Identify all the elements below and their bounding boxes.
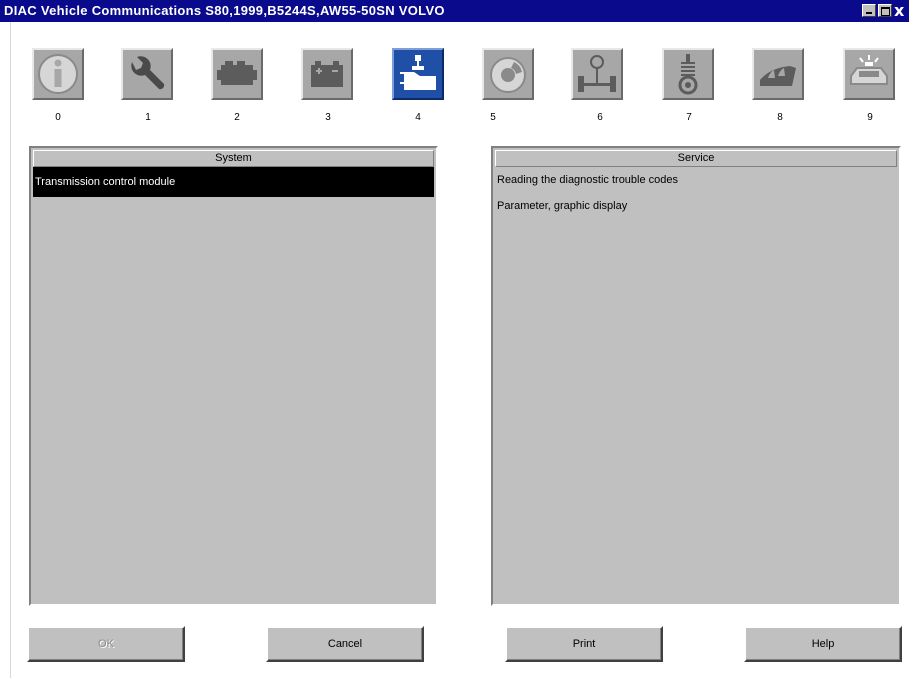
- service-panel: Service Reading the diagnostic trouble c…: [491, 146, 901, 606]
- toolbar-button-transmission[interactable]: [392, 48, 444, 100]
- toolbar-number: 1: [145, 112, 151, 123]
- toolbar-number: 8: [777, 112, 783, 123]
- print-button[interactable]: Print: [505, 626, 663, 662]
- cancel-button[interactable]: Cancel: [266, 626, 424, 662]
- left-edge: [0, 22, 11, 678]
- toolbar-number: 3: [325, 112, 331, 123]
- system-panel: System Transmission control module: [29, 146, 438, 606]
- toolbar-number: 5: [490, 112, 496, 123]
- toolbar-button-electrical[interactable]: [301, 48, 353, 100]
- toolbar-button-suspension[interactable]: [662, 48, 714, 100]
- suspension-spring-icon: [678, 54, 698, 95]
- steering-axle-icon: [578, 55, 616, 92]
- car-alarm-icon: [850, 55, 888, 85]
- system-list-item[interactable]: Transmission control module: [33, 167, 434, 197]
- toolbar-button-security[interactable]: [843, 48, 895, 100]
- close-button[interactable]: x: [894, 1, 904, 20]
- toolbar-button-body[interactable]: [752, 48, 804, 100]
- toolbar-button-engine[interactable]: [211, 48, 263, 100]
- engine-icon: [217, 61, 257, 85]
- maximize-button[interactable]: [878, 4, 892, 17]
- toolbar-button-brakes[interactable]: [482, 48, 534, 100]
- window-title: DIAC Vehicle Communications S80,1999,B52…: [4, 3, 445, 18]
- toolbar-number: 4: [415, 112, 421, 123]
- toolbar-number: 0: [55, 112, 61, 123]
- service-list-item[interactable]: Reading the diagnostic trouble codes: [495, 167, 897, 193]
- ok-button[interactable]: OK: [27, 626, 185, 662]
- system-panel-header: System: [33, 150, 434, 167]
- wrench-icon: [131, 56, 165, 90]
- help-button[interactable]: Help: [744, 626, 902, 662]
- toolbar-number: 9: [867, 112, 873, 123]
- toolbar-button-info[interactable]: [32, 48, 84, 100]
- transmission-icon: [400, 55, 436, 90]
- toolbar-number: 2: [234, 112, 240, 123]
- seat-icon: [760, 66, 796, 86]
- toolbar-button-steering[interactable]: [571, 48, 623, 100]
- service-panel-header: Service: [495, 150, 897, 167]
- service-list-item[interactable]: Parameter, graphic display: [495, 193, 897, 219]
- minimize-button[interactable]: [862, 4, 876, 17]
- title-bar[interactable]: DIAC Vehicle Communications S80,1999,B52…: [0, 0, 909, 22]
- toolbar-number: 6: [597, 112, 603, 123]
- brake-disc-icon: [490, 57, 526, 93]
- info-icon: [38, 54, 78, 94]
- toolbar-button-maintenance[interactable]: [121, 48, 173, 100]
- battery-icon: [311, 61, 343, 87]
- toolbar-number: 7: [686, 112, 692, 123]
